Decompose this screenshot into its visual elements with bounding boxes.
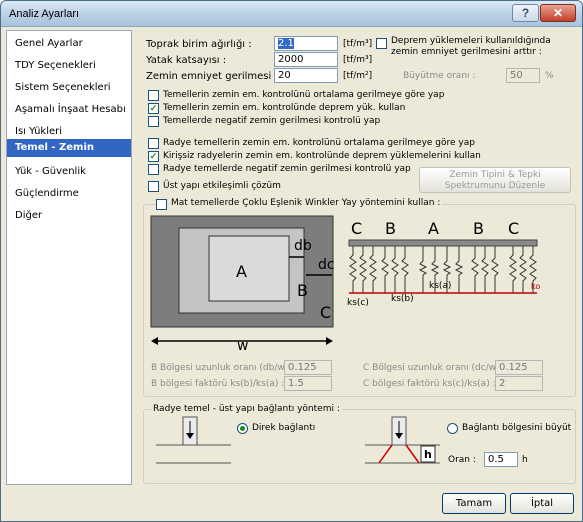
eq-load-check-checkbox[interactable]: ✓	[148, 103, 159, 114]
sidebar-item-staged-construction[interactable]: Aşamalı İnşaat Hesabı	[7, 101, 131, 119]
b-ratio-label: B Bölgesi uzunluk oranı (db/w) :	[151, 363, 295, 373]
direct-connection-icon	[156, 416, 231, 464]
allowable-stress-label: Zemin emniyet gerilmesi :	[146, 71, 278, 82]
magnification-label: Büyütme oranı :	[403, 71, 476, 81]
avg-stress-check-label: Temellerin zemin em. kontrolünü ortalama…	[163, 90, 445, 100]
ok-button[interactable]: Tamam	[442, 493, 506, 514]
section-label-c1: C	[351, 219, 362, 238]
eq-increase-checkbox[interactable]	[376, 38, 387, 49]
sidebar-item-other[interactable]: Diğer	[7, 207, 131, 225]
ratio-unit: h	[522, 455, 528, 465]
unit-weight-unit: [tf/m³]	[343, 39, 373, 49]
analysis-settings-window: Analiz Ayarları ? ✕ Genel Ayarlar TDY Se…	[0, 0, 583, 522]
superstructure-interaction-checkbox[interactable]	[148, 181, 159, 192]
plan-zone-c: C	[320, 303, 331, 322]
direct-connection-label: Direk bağlantı	[252, 423, 316, 433]
winkler-plan-diagram: A B C db dc w	[150, 215, 335, 353]
section-ks-b: ks(b)	[391, 294, 414, 304]
beamless-raft-eq-checkbox[interactable]: ✓	[148, 151, 159, 162]
eq-load-check-label: Temellerin zemin em. kontrolünde deprem …	[163, 103, 406, 113]
negative-stress-label: Temellerde negatif zemin gerilmesi kontr…	[163, 116, 381, 126]
sidebar-item-load-safety[interactable]: Yük - Güvenlik	[7, 163, 131, 181]
close-button[interactable]: ✕	[540, 4, 576, 22]
avg-stress-check-checkbox[interactable]	[148, 90, 159, 101]
bed-coefficient-input[interactable]: 2000	[274, 52, 338, 67]
section-ks-a: ks(a)	[429, 281, 451, 291]
allowable-stress-input[interactable]: 20	[274, 68, 338, 83]
enlarged-connection-icon: h	[365, 416, 440, 464]
close-icon: ✕	[552, 6, 564, 20]
plan-db-label: db	[294, 238, 312, 254]
section-label-b2: B	[473, 219, 484, 238]
c-factor-label: C bölgesi faktörü ks(c)/ks(a) :	[363, 379, 496, 389]
sidebar-item-system[interactable]: Sistem Seçenekleri	[7, 79, 131, 97]
b-ratio-input[interactable]: 0.125	[284, 360, 332, 375]
section-label-a: A	[428, 219, 439, 238]
enlarge-connection-radio[interactable]	[447, 423, 458, 434]
settings-sidebar: Genel Ayarlar TDY Seçenekleri Sistem Seç…	[6, 30, 132, 485]
raft-negative-stress-label: Radye temellerde negatif zemin gerilmesi…	[163, 164, 411, 174]
title-bar[interactable]: Analiz Ayarları ? ✕	[1, 1, 582, 27]
direct-connection-radio[interactable]	[237, 423, 248, 434]
section-label-b1: B	[385, 219, 396, 238]
section-label-c2: C	[508, 219, 519, 238]
connection-group-title: Radye temel - üst yapı bağlantı yöntemi …	[151, 404, 342, 414]
raft-negative-stress-checkbox[interactable]	[148, 164, 159, 175]
c-factor-input[interactable]: 2	[495, 376, 543, 391]
enlarged-h-label: h	[424, 448, 432, 461]
plan-dc-label: dc	[318, 257, 335, 273]
unit-weight-label: Toprak birim ağırlığı :	[146, 39, 252, 50]
section-ko: ko	[531, 282, 540, 291]
negative-stress-checkbox[interactable]	[148, 116, 159, 127]
ratio-input[interactable]: 0.5	[484, 452, 518, 467]
plan-zone-b: B	[297, 281, 308, 300]
b-factor-input[interactable]: 1.5	[284, 376, 332, 391]
plan-w-label: w	[237, 338, 248, 353]
window-title: Analiz Ayarları	[9, 8, 80, 20]
plan-zone-a: A	[236, 262, 247, 281]
sidebar-item-general[interactable]: Genel Ayarlar	[7, 35, 131, 53]
cancel-button[interactable]: İptal	[510, 493, 574, 514]
sidebar-item-retrofit[interactable]: Güçlendirme	[7, 185, 131, 203]
eq-increase-label: Deprem yüklemeleri kullanıldığında zemin…	[391, 36, 551, 57]
superstructure-interaction-label: Üst yapı etkileşimli çözüm	[163, 181, 281, 191]
sidebar-item-foundation-soil[interactable]: Temel - Zemin	[7, 139, 131, 157]
magnification-input[interactable]: 50	[506, 68, 540, 83]
b-factor-label: B bölgesi faktörü ks(b)/ks(a) :	[151, 379, 285, 389]
sidebar-item-tdy[interactable]: TDY Seçenekleri	[7, 57, 131, 75]
bed-coefficient-label: Yatak katsayısı :	[146, 55, 227, 66]
ratio-label: Oran :	[448, 455, 476, 465]
help-icon: ?	[521, 6, 530, 20]
raft-avg-stress-label: Radye temellerin zemin em. kontrolünü or…	[163, 138, 475, 148]
allowable-stress-unit: [tf/m²]	[343, 71, 373, 81]
winkler-section-diagram: C B A B C ks(c) ks(b) ks(a) ko	[347, 219, 540, 308]
winkler-group-title: Mat temellerde Çoklu Eşlenik Winkler Yay…	[169, 198, 443, 208]
enlarge-connection-label: Bağlantı bölgesini büyüt	[462, 423, 572, 433]
winkler-checkbox[interactable]	[156, 199, 167, 210]
c-ratio-label: C Bölgesi uzunluk oranı (dc/w) :	[363, 363, 506, 373]
unit-weight-input[interactable]: 2.1	[274, 36, 338, 51]
section-ks-c: ks(c)	[347, 298, 369, 308]
c-ratio-input[interactable]: 0.125	[495, 360, 543, 375]
magnification-unit: %	[545, 71, 554, 81]
edit-soil-spectrum-button[interactable]: Zemin Tipini & Tepki Spektrumunu Düzenle	[419, 167, 571, 193]
bed-coefficient-unit: [tf/m³]	[343, 55, 373, 65]
beamless-raft-eq-label: Kirişsiz radyelerin zemin em. kontrolünd…	[163, 151, 481, 161]
raft-avg-stress-checkbox[interactable]	[148, 138, 159, 149]
help-button[interactable]: ?	[512, 4, 539, 22]
